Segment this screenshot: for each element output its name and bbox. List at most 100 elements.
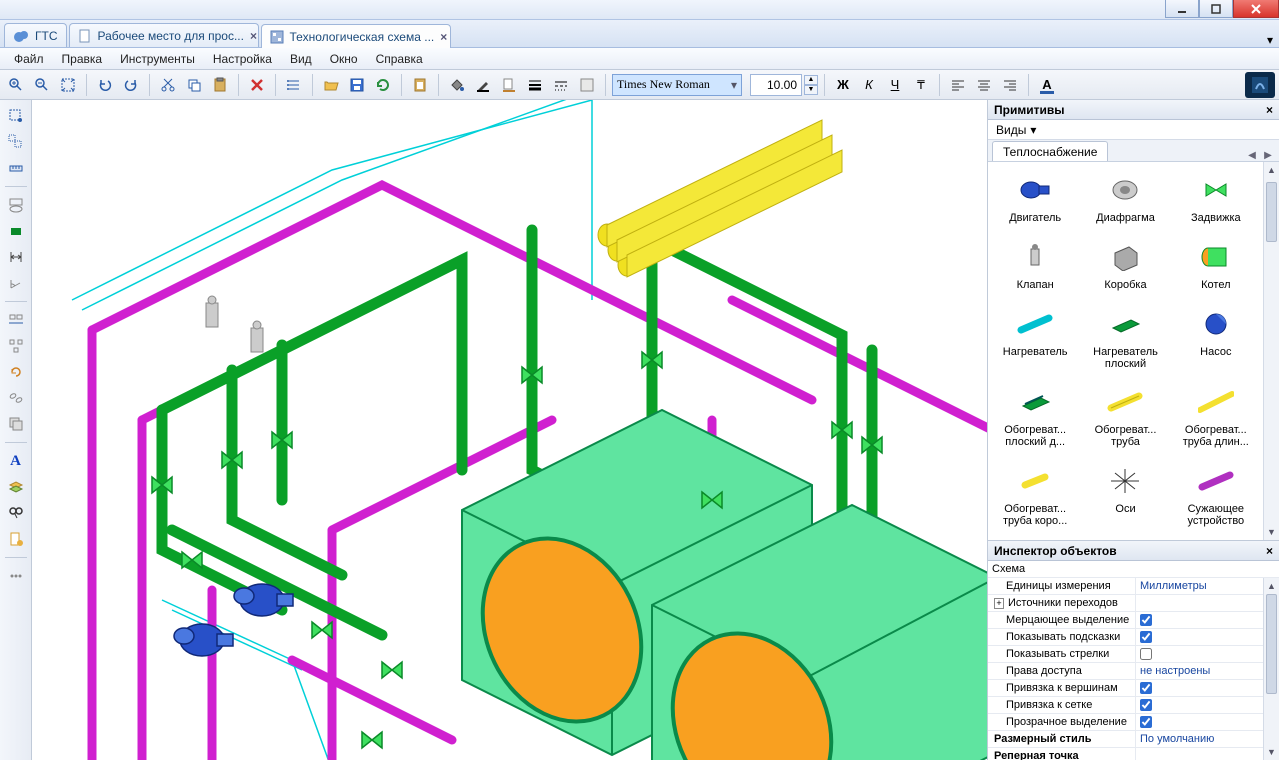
- align-left-button[interactable]: [946, 73, 970, 97]
- line-color-button[interactable]: [471, 73, 495, 97]
- zoom-out-button[interactable]: [30, 73, 54, 97]
- subtab-next[interactable]: ▶: [1261, 150, 1275, 161]
- zoom-fit-button[interactable]: [56, 73, 80, 97]
- inspector-value[interactable]: [1136, 629, 1263, 645]
- inspector-scrollbar[interactable]: ▲▼: [1263, 578, 1279, 760]
- line-weight-button[interactable]: [523, 73, 547, 97]
- list-button[interactable]: [282, 73, 306, 97]
- fill-none-button[interactable]: [575, 73, 599, 97]
- inspector-value[interactable]: [1136, 646, 1263, 662]
- strike-button[interactable]: ₸: [909, 73, 933, 97]
- subtab-heating[interactable]: Теплоснабжение: [992, 141, 1108, 161]
- primitive-item[interactable]: Задвижка: [1171, 168, 1261, 231]
- tab-scheme[interactable]: Технологическая схема ... ×: [261, 24, 451, 48]
- inspector-value[interactable]: [1136, 697, 1263, 713]
- inspector-row[interactable]: Привязка к сетке: [988, 697, 1263, 714]
- dimension-tool[interactable]: [4, 245, 28, 269]
- primitive-item[interactable]: Нагреватель: [990, 302, 1080, 377]
- maximize-button[interactable]: [1199, 0, 1233, 18]
- inspector-row[interactable]: Привязка к вершинам: [988, 680, 1263, 697]
- font-color-button[interactable]: А: [1035, 73, 1059, 97]
- inspector-checkbox[interactable]: [1140, 614, 1152, 626]
- inspector-value[interactable]: [1136, 748, 1263, 760]
- inspector-checkbox[interactable]: [1140, 631, 1152, 643]
- tab-workspace[interactable]: Рабочее место для прос... ×: [69, 23, 259, 47]
- inspector-scheme-row[interactable]: Схема: [988, 561, 1279, 578]
- inspector-checkbox[interactable]: [1140, 699, 1152, 711]
- undo-button[interactable]: [93, 73, 117, 97]
- clipboard-button[interactable]: [408, 73, 432, 97]
- save-button[interactable]: [345, 73, 369, 97]
- group-select-tool[interactable]: [4, 130, 28, 154]
- delete-button[interactable]: [245, 73, 269, 97]
- misc-tool[interactable]: [4, 564, 28, 588]
- align-tool[interactable]: [4, 308, 28, 332]
- primitive-item[interactable]: Обогреват... труба длин...: [1171, 380, 1261, 455]
- redo-button[interactable]: [119, 73, 143, 97]
- inspector-row[interactable]: +Источники переходов: [988, 595, 1263, 612]
- panel-close-icon[interactable]: ×: [1266, 544, 1273, 558]
- inspector-row[interactable]: Прозрачное выделение: [988, 714, 1263, 731]
- align-center-button[interactable]: [972, 73, 996, 97]
- report-tool[interactable]: [4, 527, 28, 551]
- line-style-button[interactable]: [549, 73, 573, 97]
- text-tool[interactable]: A: [4, 449, 28, 473]
- drawing-canvas[interactable]: [32, 100, 987, 760]
- primitive-item[interactable]: Нагреватель плоский: [1080, 302, 1170, 377]
- align-right-button[interactable]: [998, 73, 1022, 97]
- shape-tool[interactable]: [4, 193, 28, 217]
- copy-button[interactable]: [182, 73, 206, 97]
- primitive-item[interactable]: Коробка: [1080, 235, 1170, 298]
- inspector-value[interactable]: [1136, 595, 1263, 611]
- primitives-scrollbar[interactable]: ▲▼: [1263, 162, 1279, 540]
- ruler-tool[interactable]: [4, 156, 28, 180]
- refresh-button[interactable]: [371, 73, 395, 97]
- inspector-checkbox[interactable]: [1140, 682, 1152, 694]
- panel-close-icon[interactable]: ×: [1266, 103, 1273, 117]
- inspector-row[interactable]: Права доступане настроены: [988, 663, 1263, 680]
- inspector-value[interactable]: По умолчанию: [1136, 731, 1263, 747]
- angle-tool[interactable]: [4, 271, 28, 295]
- tabbar-dropdown[interactable]: ▾: [1261, 33, 1279, 47]
- primitive-item[interactable]: Двигатель: [990, 168, 1080, 231]
- inspector-row[interactable]: Размерный стильПо умолчанию: [988, 731, 1263, 748]
- bold-button[interactable]: Ж: [831, 73, 855, 97]
- tab-close-icon[interactable]: ×: [250, 29, 257, 43]
- zoom-in-button[interactable]: [4, 73, 28, 97]
- minimize-button[interactable]: [1165, 0, 1199, 18]
- views-dropdown[interactable]: Виды ▾: [988, 120, 1279, 140]
- tab-gts[interactable]: ГТС: [4, 23, 67, 47]
- fill-bucket-button[interactable]: [445, 73, 469, 97]
- menu-help[interactable]: Справка: [368, 50, 431, 68]
- primitive-item[interactable]: Сужающее устройство: [1171, 459, 1261, 534]
- menu-view[interactable]: Вид: [282, 50, 320, 68]
- rotate-tool[interactable]: [4, 360, 28, 384]
- fill-green-tool[interactable]: [4, 219, 28, 243]
- inspector-checkbox[interactable]: [1140, 716, 1152, 728]
- inspector-value[interactable]: не настроены: [1136, 663, 1263, 679]
- menu-edit[interactable]: Правка: [54, 50, 111, 68]
- inspector-row[interactable]: Реперная точка: [988, 748, 1263, 760]
- inspector-value[interactable]: [1136, 680, 1263, 696]
- paste-button[interactable]: [208, 73, 232, 97]
- layer-tool[interactable]: [4, 412, 28, 436]
- inspector-row[interactable]: Мерцающее выделение: [988, 612, 1263, 629]
- primitive-item[interactable]: Насос: [1171, 302, 1261, 377]
- open-button[interactable]: [319, 73, 343, 97]
- underline-button[interactable]: Ч: [883, 73, 907, 97]
- select-tool[interactable]: [4, 104, 28, 128]
- inspector-row[interactable]: Единицы измеренияМиллиметры: [988, 578, 1263, 595]
- inspector-value[interactable]: Миллиметры: [1136, 578, 1263, 594]
- menu-window[interactable]: Окно: [322, 50, 366, 68]
- layers-stack-tool[interactable]: [4, 475, 28, 499]
- primitive-item[interactable]: Котел: [1171, 235, 1261, 298]
- inspector-checkbox[interactable]: [1140, 648, 1152, 660]
- inspector-row[interactable]: Показывать подсказки: [988, 629, 1263, 646]
- tab-close-icon[interactable]: ×: [440, 30, 447, 44]
- font-family-select[interactable]: Times New Roman ▾: [612, 74, 742, 96]
- menu-file[interactable]: Файл: [6, 50, 52, 68]
- primitive-item[interactable]: Оси: [1080, 459, 1170, 534]
- find-tool[interactable]: [4, 501, 28, 525]
- cut-button[interactable]: [156, 73, 180, 97]
- italic-button[interactable]: К: [857, 73, 881, 97]
